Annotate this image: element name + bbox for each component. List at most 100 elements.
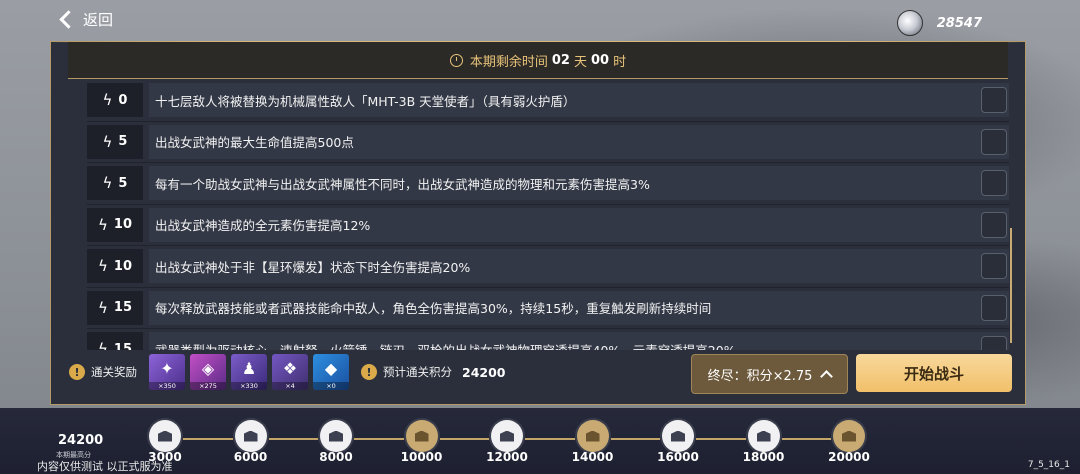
milestone-chest-icon[interactable] [145, 418, 185, 454]
cost-value: 5 [118, 134, 128, 150]
lightning-icon: ϟ [98, 298, 108, 317]
difficulty-mode-button[interactable]: 终尽：积分×2.75 [691, 354, 848, 394]
milestone-value: 18000 [742, 450, 785, 464]
current-score: 24200 [58, 433, 104, 448]
milestone-chest-icon[interactable] [829, 418, 869, 454]
lightning-icon: ϟ [102, 132, 113, 151]
modifier-text: 每有一个助战女武神与出战女武神属性不同时，出战女武神造成的物理和元素伤害提高3% [149, 166, 1009, 201]
cost-value: 0 [118, 92, 128, 108]
back-label: 返回 [83, 10, 114, 29]
cost-value: 10 [113, 217, 132, 233]
modifier-checkbox[interactable] [981, 128, 1007, 155]
modifier-cost: ϟ 10 [87, 207, 143, 242]
timer-prefix: 本期剩余时间 [469, 54, 548, 70]
clock-icon [449, 53, 463, 67]
modifier-checkbox[interactable] [981, 294, 1007, 321]
milestone-value: 12000 [486, 450, 528, 464]
back-button[interactable]: 返回 [58, 6, 113, 32]
milestone-value: 10000 [400, 450, 443, 464]
estimated-score: ! 预计通关积分 24200 [361, 364, 506, 380]
info-icon[interactable]: ! [69, 364, 85, 380]
modifier-row[interactable]: ϟ 10 出战女武神处于非【星环爆发】状态下时全伤害提高20% [87, 246, 1009, 288]
modifier-row[interactable]: ϟ 15 武器类型为驱动核心，速射弩，火箭锤，链刃，双枪的出战女武神物理穿透提高… [87, 329, 1009, 350]
character-icon[interactable]: ♟ ×330 [231, 354, 267, 390]
modifier-text: 出战女武神的最大生命值提高500点 [149, 124, 1009, 159]
modifier-checkbox[interactable] [981, 87, 1007, 113]
chevron-left-icon [59, 9, 78, 29]
milestone-value: 20000 [828, 450, 870, 464]
modifier-row[interactable]: ϟ 10 出战女武神造成的全元素伤害提高12% [87, 205, 1009, 246]
modifier-cost: ϟ 5 [87, 166, 143, 201]
milestone-chest-icon[interactable] [744, 418, 784, 454]
modifier-text: 出战女武神造成的全元素伤害提高12% [149, 207, 1009, 242]
milestone-connector [781, 438, 831, 440]
milestone-connector [183, 438, 233, 440]
info-icon[interactable]: ! [361, 364, 377, 380]
lightning-icon: ϟ [102, 174, 113, 193]
milestone-chest-icon[interactable] [231, 418, 271, 454]
mode-label: 终尽：积分×2.75 [707, 368, 813, 384]
modifier-row[interactable]: ϟ 15 每次释放武器技能或者武器技能命中敌人，角色全伤害提高30%，持续15秒… [87, 288, 1009, 329]
timer-days: 02 [551, 52, 570, 68]
milestone-value: 8000 [319, 450, 353, 464]
material-icon[interactable]: ❖ ×4 [272, 354, 308, 390]
modifier-checkbox[interactable] [981, 336, 1007, 350]
gem-icon[interactable]: ◆ ×0 [313, 354, 349, 390]
cost-value: 15 [113, 341, 132, 350]
milestone-chest-icon[interactable] [487, 418, 527, 454]
modifier-text: 每次释放武器技能或者武器技能命中敌人，角色全伤害提高30%，持续15秒，重复触发… [149, 290, 1009, 325]
lightning-icon: ϟ [98, 257, 108, 276]
lightning-icon: ϟ [102, 91, 113, 110]
period-timer: 本期剩余时间 02 天 00 时 [68, 42, 1008, 79]
milestone-connector [610, 438, 660, 440]
reward-label: 通关奖励 [91, 365, 137, 379]
timer-hours: 00 [591, 52, 610, 68]
stigma-token-icon [896, 10, 923, 36]
milestone-connector [268, 438, 318, 440]
modifier-checkbox[interactable] [981, 170, 1007, 196]
milestone-value: 3000 [148, 450, 182, 464]
crystal-icon[interactable]: ◈ ×275 [190, 354, 226, 390]
milestone-value: 14000 [571, 450, 614, 464]
lightning-icon: ϟ [98, 340, 108, 350]
chevron-up-icon [820, 369, 834, 383]
milestone-value: 6000 [233, 450, 268, 464]
milestone-value: 16000 [657, 450, 699, 464]
cost-value: 10 [113, 258, 132, 274]
modifier-text: 出战女武神处于非【星环爆发】状态下时全伤害提高20% [149, 249, 1009, 284]
start-battle-button[interactable]: 开始战斗 [856, 354, 1012, 392]
milestone-chest-icon[interactable] [658, 418, 698, 454]
milestone-connector [696, 438, 746, 440]
lightning-icon: ϟ [98, 215, 108, 234]
version-label: 7_5_16_1 [1027, 460, 1070, 470]
modifier-checkbox[interactable] [981, 211, 1007, 238]
milestone-chest-icon[interactable] [573, 418, 613, 454]
modifier-cost: ϟ 15 [87, 290, 143, 325]
milestone-chest-icon[interactable] [316, 418, 356, 454]
modifier-cost: ϟ 5 [87, 124, 143, 159]
reward-row: ! 通关奖励 ✦ ×350 ◈ ×275 ♟ ×330 ❖ ×4 ◆ ×0 ! 预计通关积… [69, 352, 506, 392]
modifier-text: 十七层敌人将被替换为机械属性敌人「MHT-3B 天堂使者」（具有弱火护盾） [149, 83, 1009, 118]
cost-value: 5 [118, 175, 128, 191]
modifier-cost: ϟ 0 [87, 83, 143, 118]
estimate-value: 24200 [462, 364, 506, 380]
modifier-row[interactable]: ϟ 5 每有一个助战女武神与出战女武神属性不同时，出战女武神造成的物理和元素伤害… [87, 163, 1009, 205]
milestone-connector [439, 438, 489, 440]
reward-items: ✦ ×350 ◈ ×275 ♟ ×330 ❖ ×4 ◆ ×0 [149, 354, 349, 390]
modifier-panel: 本期剩余时间 02 天 00 时 ϟ 0 十七层敌人将被替换为机械属性敌人「MH… [50, 41, 1026, 405]
modifier-cost: ϟ 10 [87, 249, 143, 284]
cost-value: 15 [113, 300, 132, 316]
currency-display: 28547 [896, 10, 982, 36]
scrollbar[interactable] [1010, 228, 1012, 343]
modifier-list: ϟ 0 十七层敌人将被替换为机械属性敌人「MHT-3B 天堂使者」（具有弱火护盾… [87, 80, 1009, 350]
modifier-cost: ϟ 15 [87, 332, 143, 350]
modifier-checkbox[interactable] [981, 253, 1007, 279]
milestone-chest-icon[interactable] [402, 418, 442, 454]
milestone-connector [354, 438, 404, 440]
modifier-row[interactable]: ϟ 0 十七层敌人将被替换为机械属性敌人「MHT-3B 天堂使者」（具有弱火护盾… [87, 80, 1009, 122]
milestone-connector [525, 438, 575, 440]
stigma-icon[interactable]: ✦ ×350 [149, 354, 185, 390]
timer-hour-unit: 时 [613, 54, 627, 70]
modifier-row[interactable]: ϟ 5 出战女武神的最大生命值提高500点 [87, 122, 1009, 163]
timer-day-unit: 天 [573, 54, 587, 70]
